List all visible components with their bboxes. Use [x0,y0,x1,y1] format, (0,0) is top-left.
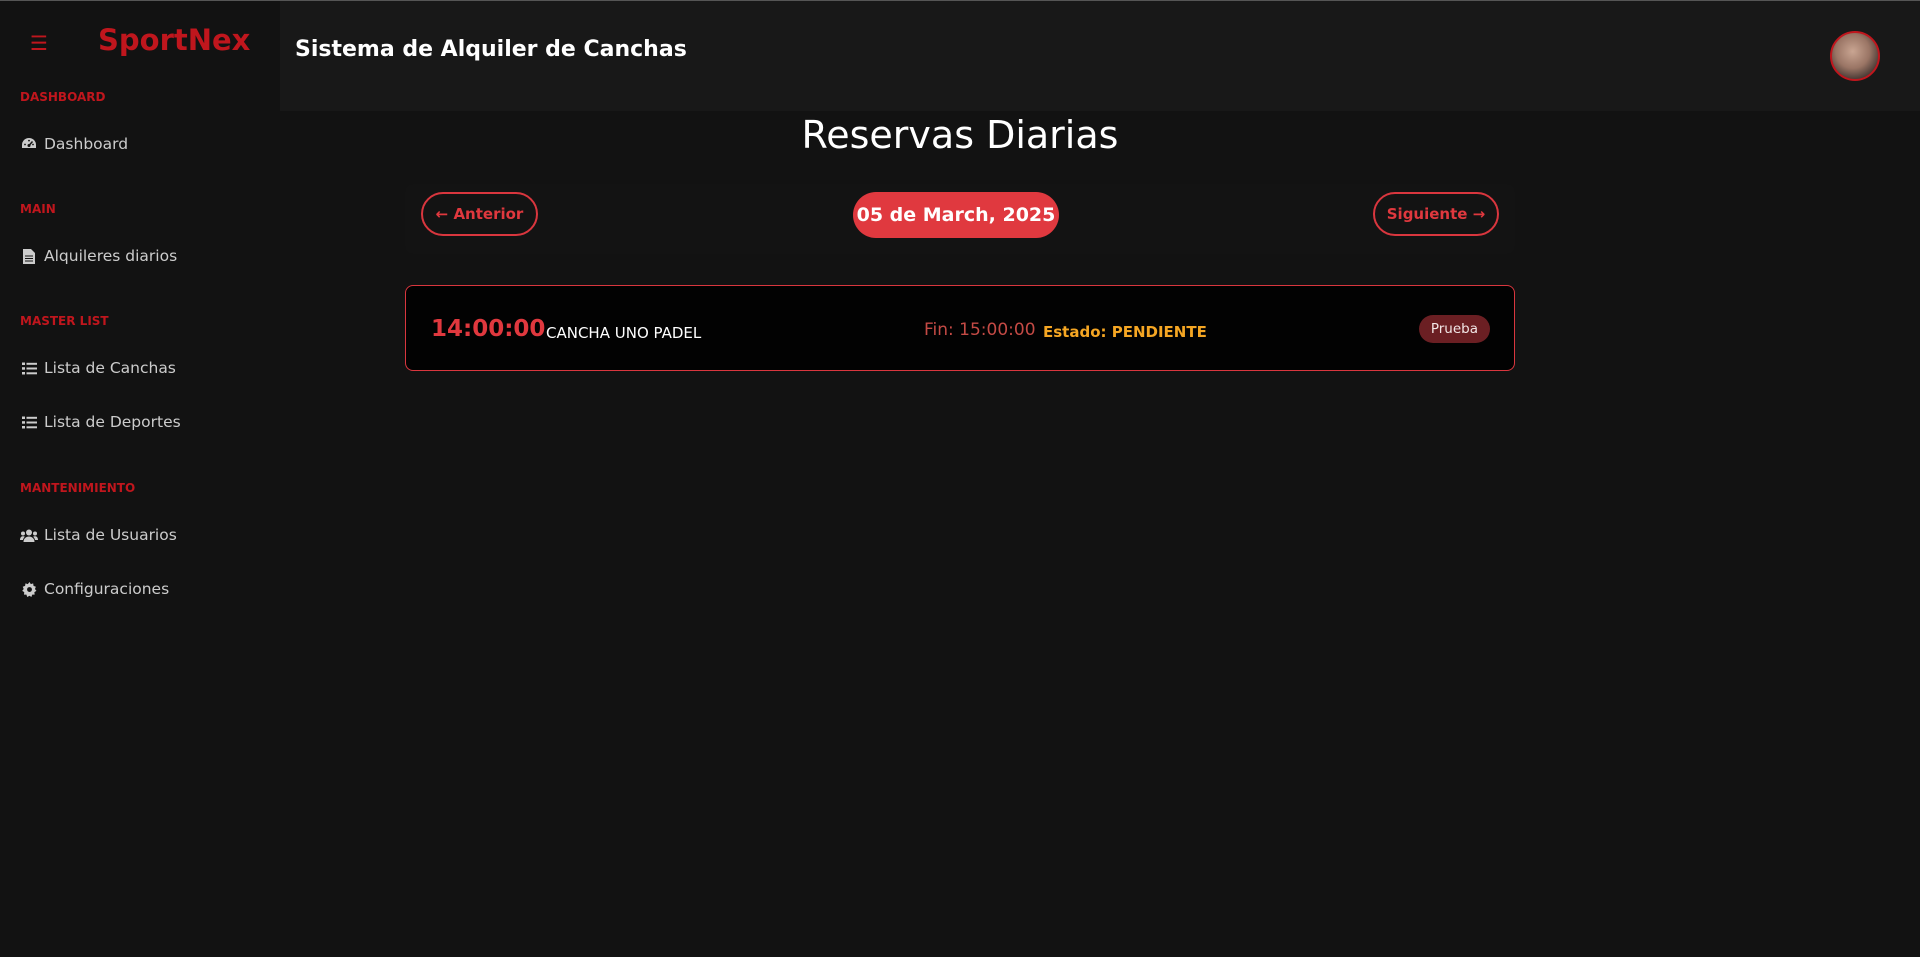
sidebar-item-label: Lista de Canchas [44,359,176,377]
brand-row: ☰ SportNex [0,1,280,89]
reservation-end-time: Fin: 15:00:00 [924,320,1036,340]
file-icon [20,248,38,264]
top-header: Sistema de Alquiler de Canchas [280,1,1920,111]
sidebar-item-dashboard[interactable]: Dashboard [20,130,260,158]
sidebar-item-label: Lista de Usuarios [44,526,177,544]
gear-icon [20,581,38,597]
reservation-court: CANCHA UNO PADEL [546,324,702,342]
sidebar-item-label: Dashboard [44,135,129,153]
sidebar-item-label: Configuraciones [44,580,170,598]
header-title: Sistema de Alquiler de Canchas [295,37,687,62]
hamburger-icon[interactable]: ☰ [30,33,48,53]
page-title: Reservas Diarias [801,113,1119,157]
section-label-master-list: MASTER LIST [20,314,109,328]
reservation-status: Estado: PENDIENTE [1043,323,1207,341]
sidebar-item-lista-de-deportes[interactable]: Lista de Deportes [20,408,260,436]
reservation-start-time: 14:00:00 [431,316,546,342]
sidebar-item-lista-de-usuarios[interactable]: Lista de Usuarios [20,521,260,549]
current-date-badge: 05 de March, 2025 [853,192,1059,238]
users-icon [20,529,38,542]
reservation-tag-badge: Prueba [1418,315,1490,343]
section-label-mantenimiento: MANTENIMIENTO [20,481,136,495]
brand-logo[interactable]: SportNex [98,23,250,57]
date-navigation: ← Anterior 05 de March, 2025 Siguiente → [405,184,1515,254]
reservation-card[interactable]: 14:00:00 CANCHA UNO PADEL Fin: 15:00:00 … [405,285,1515,371]
sidebar-item-lista-de-canchas[interactable]: Lista de Canchas [20,354,260,382]
list-icon [20,416,38,429]
previous-day-button[interactable]: ← Anterior [421,192,538,236]
next-day-button[interactable]: Siguiente → [1373,192,1499,236]
tachometer-icon [20,137,38,151]
list-icon [20,362,38,375]
sidebar-item-label: Alquileres diarios [44,247,178,265]
section-label-main: MAIN [20,202,56,216]
section-label-dashboard: DASHBOARD [20,90,106,104]
sidebar: ☰ SportNex DASHBOARD Dashboard MAIN Alqu… [0,1,280,957]
sidebar-item-label: Lista de Deportes [44,413,181,431]
avatar[interactable] [1830,31,1880,81]
sidebar-item-alquileres-diarios[interactable]: Alquileres diarios [20,242,260,270]
sidebar-item-configuraciones[interactable]: Configuraciones [20,575,260,603]
